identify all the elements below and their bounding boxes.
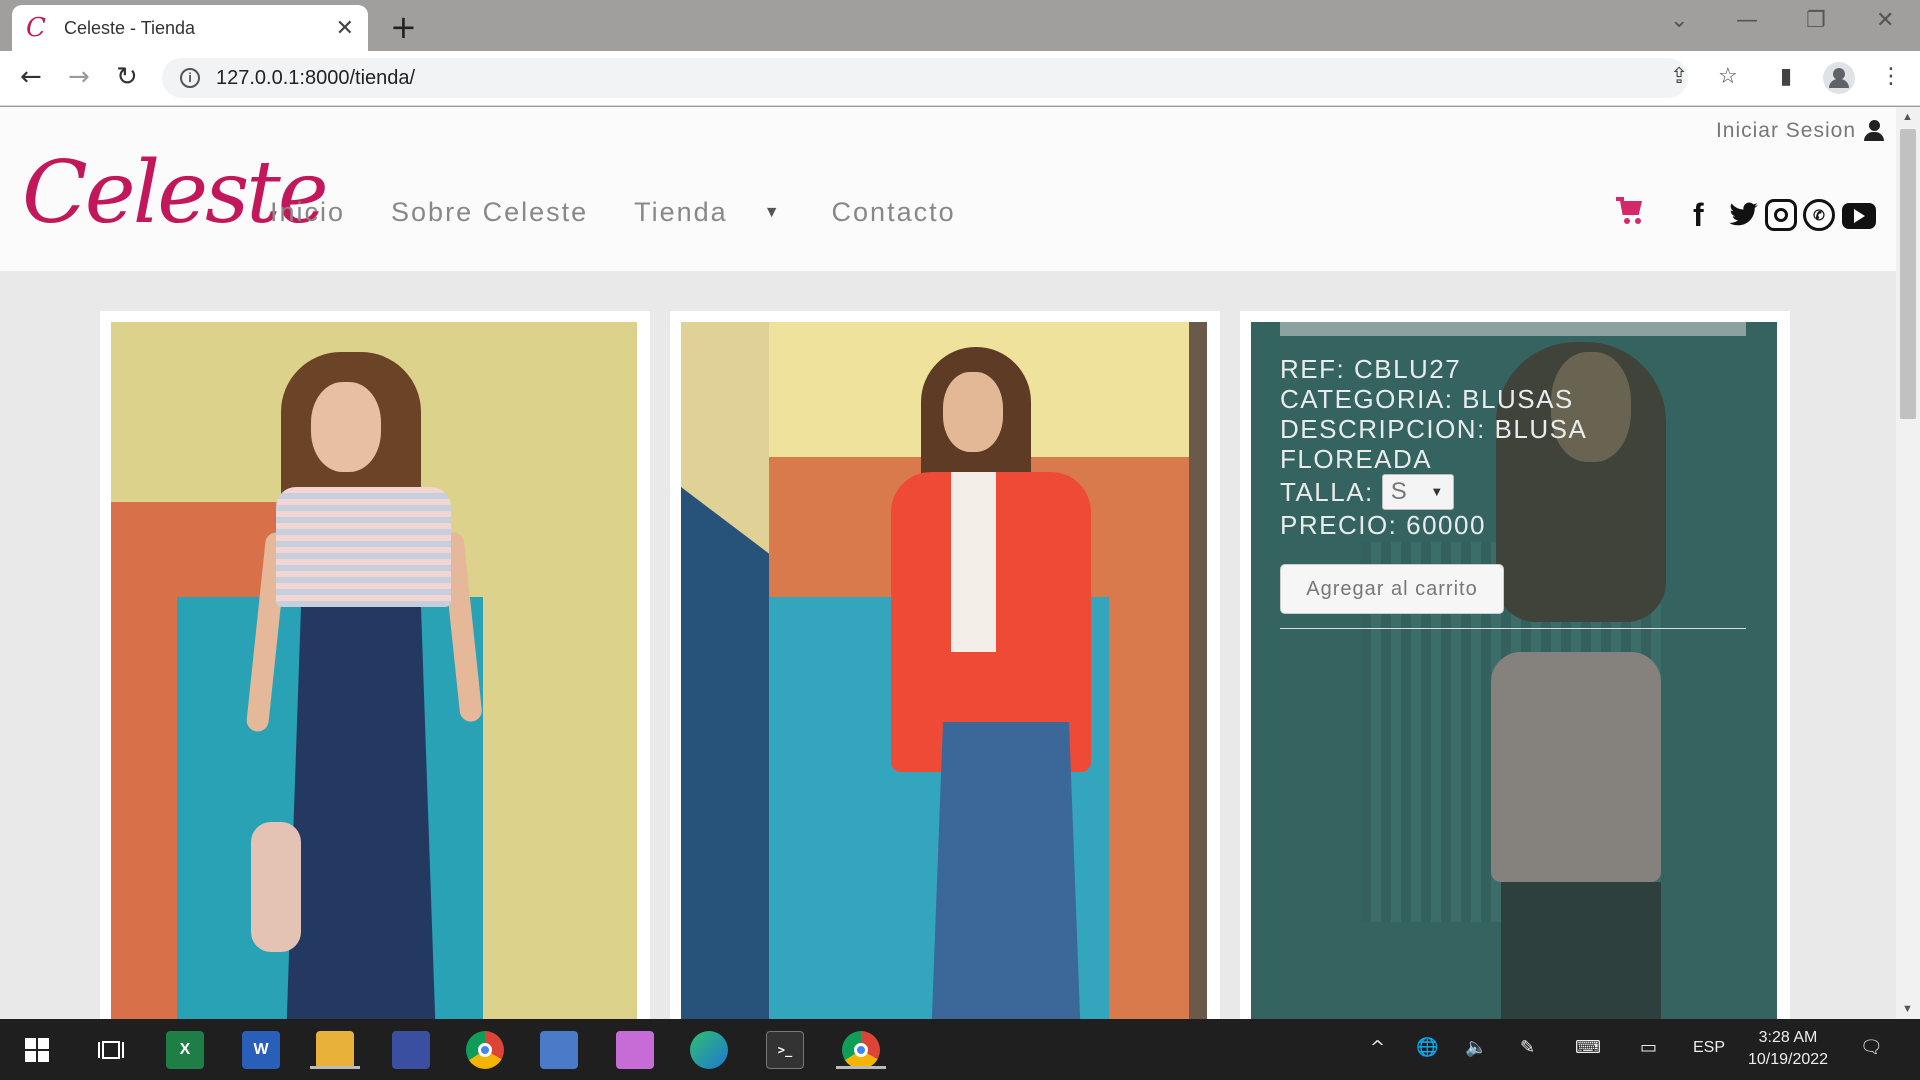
nav-contacto[interactable]: Contacto xyxy=(832,197,956,228)
shopping-cart-icon[interactable] xyxy=(1616,197,1644,225)
product-card[interactable] xyxy=(100,311,650,1019)
system-clock[interactable]: 3:28 AM 10/19/2022 xyxy=(1738,1027,1838,1071)
product-photo: REF: CBLU27 CATEGORIA: BLUSAS DESCRIPCIO… xyxy=(1251,322,1777,1019)
word-icon[interactable]: W xyxy=(242,1031,280,1069)
profile-avatar-icon[interactable] xyxy=(1823,62,1855,94)
size-row: TALLA: S ▼ xyxy=(1280,474,1746,510)
windows-start-icon[interactable] xyxy=(18,1031,56,1069)
nav-inicio[interactable]: Inicio xyxy=(270,197,345,228)
product-price: PRECIO: 60000 xyxy=(1280,510,1486,540)
excel-icon[interactable]: X xyxy=(166,1031,204,1069)
photos-app-icon[interactable] xyxy=(392,1031,430,1069)
restore-button[interactable]: ❐ xyxy=(1806,8,1826,33)
youtube-icon[interactable] xyxy=(1842,203,1876,229)
notification-icon[interactable]: 🗨 xyxy=(1860,1037,1883,1058)
task-view-icon[interactable] xyxy=(92,1031,130,1069)
nav-sobre-celeste[interactable]: Sobre Celeste xyxy=(391,197,588,228)
site-header: Iniciar Sesion Celeste Inicio Sobre Cele… xyxy=(0,107,1896,271)
tab-strip: C Celeste - Tienda ✕ + ⌄ — ❐ ✕ xyxy=(0,0,1920,51)
edge-icon[interactable] xyxy=(690,1031,728,1069)
nav-tienda[interactable]: Tienda xyxy=(634,197,728,228)
tab-search-chevron-icon[interactable]: ⌄ xyxy=(1670,8,1688,33)
address-bar[interactable]: i 127.0.0.1:8000/tienda/ xyxy=(162,58,1688,98)
whatsapp-icon[interactable]: ✆ xyxy=(1803,199,1835,231)
image-viewer-icon[interactable] xyxy=(540,1031,578,1069)
facebook-icon[interactable]: f xyxy=(1693,197,1704,233)
tienda-dropdown-caret-icon[interactable]: ▼ xyxy=(764,204,782,222)
input-language[interactable]: ESP xyxy=(1693,1039,1725,1057)
bookmark-star-icon[interactable]: ☆ xyxy=(1718,64,1738,89)
size-label: TALLA: xyxy=(1280,477,1374,507)
scrollbar-thumb[interactable] xyxy=(1900,129,1916,419)
browser-tab[interactable]: C Celeste - Tienda ✕ xyxy=(12,5,368,51)
login-label: Iniciar Sesion xyxy=(1715,119,1856,142)
tab-close-icon[interactable]: ✕ xyxy=(336,15,354,41)
login-link[interactable]: Iniciar Sesion xyxy=(1716,119,1884,143)
product-ref: REF: CBLU27 xyxy=(1280,354,1462,384)
product-card-hover[interactable]: REF: CBLU27 CATEGORIA: BLUSAS DESCRIPCIO… xyxy=(1240,311,1790,1019)
display-icon[interactable]: ▭ xyxy=(1640,1037,1657,1058)
size-value: S xyxy=(1390,478,1409,505)
product-description: DESCRIPCION: BLUSA FLOREADA xyxy=(1280,414,1586,474)
chevron-down-icon: ▼ xyxy=(1430,484,1445,499)
tray-chevron-icon[interactable]: ^ xyxy=(1370,1037,1385,1058)
taskbar: X W >_ ^ 🌐 🔈 ✎ ⌨ ▭ ESP 3:28 AM 10/19/202… xyxy=(0,1019,1920,1080)
divider xyxy=(1280,628,1746,629)
product-info-overlay: REF: CBLU27 CATEGORIA: BLUSAS DESCRIPCIO… xyxy=(1280,322,1746,629)
product-category: CATEGORIA: BLUSAS xyxy=(1280,384,1574,414)
minimize-button[interactable]: — xyxy=(1736,8,1758,33)
close-window-button[interactable]: ✕ xyxy=(1876,8,1894,33)
browser-menu-icon[interactable]: ⋮ xyxy=(1880,64,1902,89)
terminal-icon[interactable]: >_ xyxy=(766,1031,804,1069)
back-button[interactable]: ← xyxy=(20,62,42,92)
scroll-up-icon[interactable]: ▲ xyxy=(1902,111,1913,123)
clock-time: 3:28 AM xyxy=(1758,1029,1818,1046)
game-app-icon[interactable] xyxy=(616,1031,654,1069)
product-photo xyxy=(681,322,1207,1019)
keyboard-icon[interactable]: ⌨ xyxy=(1575,1037,1601,1058)
chrome-icon[interactable] xyxy=(466,1031,504,1069)
file-explorer-icon[interactable] xyxy=(310,1031,360,1069)
product-photo xyxy=(111,322,637,1019)
size-select[interactable]: S ▼ xyxy=(1381,474,1454,510)
chrome-active-icon[interactable] xyxy=(836,1031,886,1069)
user-icon xyxy=(1864,120,1884,142)
site-logo[interactable]: Celeste xyxy=(22,143,329,243)
share-icon[interactable]: ⇪ xyxy=(1670,64,1688,89)
clock-date: 10/19/2022 xyxy=(1747,1051,1829,1068)
network-globe-icon[interactable]: 🌐 xyxy=(1416,1037,1438,1058)
forward-button[interactable]: → xyxy=(68,62,90,92)
add-to-cart-button[interactable]: Agregar al carrito xyxy=(1280,564,1504,614)
new-tab-button[interactable]: + xyxy=(390,8,417,46)
reload-button[interactable]: ↻ xyxy=(116,62,138,92)
main-nav: Inicio Sobre Celeste Tienda ▼ Contacto xyxy=(270,197,1002,228)
site-info-icon[interactable]: i xyxy=(180,68,200,88)
page-scrollbar[interactable]: ▲ ▼ xyxy=(1896,107,1920,1019)
volume-icon[interactable]: 🔈 xyxy=(1465,1037,1487,1058)
product-card[interactable] xyxy=(670,311,1220,1019)
url-text: 127.0.0.1:8000/tienda/ xyxy=(216,66,416,89)
web-page: Iniciar Sesion Celeste Inicio Sobre Cele… xyxy=(0,107,1896,1019)
info-top-bar xyxy=(1280,322,1746,336)
pen-icon[interactable]: ✎ xyxy=(1520,1037,1535,1058)
tab-title: Celeste - Tienda xyxy=(64,17,196,38)
side-panel-icon[interactable]: ▮ xyxy=(1780,64,1792,89)
site-favicon-icon: C xyxy=(26,13,46,43)
instagram-icon[interactable] xyxy=(1765,199,1797,231)
twitter-icon[interactable] xyxy=(1728,199,1760,231)
scroll-down-icon[interactable]: ▼ xyxy=(1902,1003,1913,1015)
